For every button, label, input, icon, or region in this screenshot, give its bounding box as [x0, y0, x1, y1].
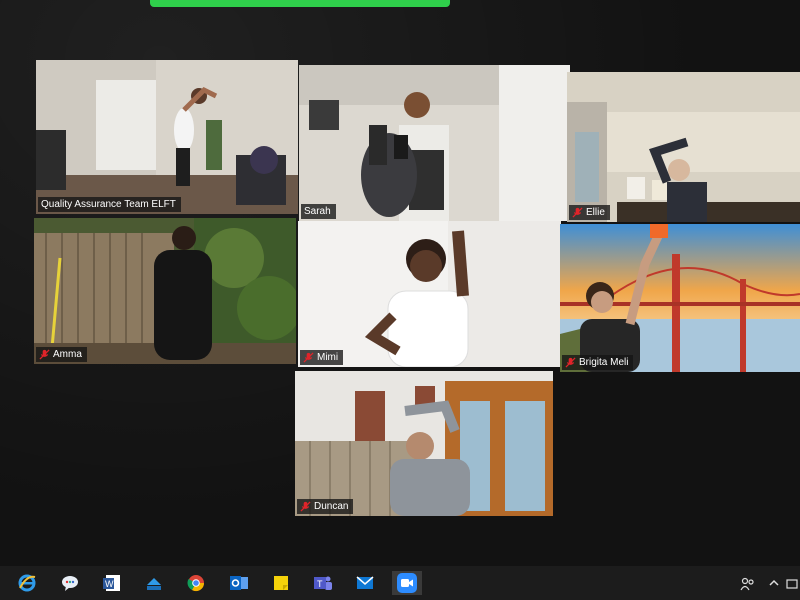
- mail-icon[interactable]: [352, 571, 378, 595]
- video-feed: [34, 218, 296, 364]
- zoom-icon[interactable]: [392, 571, 422, 595]
- muted-mic-icon: [565, 357, 576, 368]
- teams-icon[interactable]: T: [310, 571, 336, 595]
- participant-name: Quality Assurance Team ELFT: [41, 199, 176, 210]
- video-feed: [567, 72, 800, 222]
- file-transfer-icon[interactable]: [141, 571, 167, 595]
- svg-text:T: T: [317, 579, 323, 589]
- participant-name-tag: Duncan: [297, 499, 354, 514]
- internet-explorer-icon[interactable]: [14, 571, 40, 595]
- video-feed: [36, 60, 298, 214]
- sticky-notes-icon[interactable]: [268, 571, 294, 595]
- video-feed: [299, 65, 570, 221]
- video-tile-mimi[interactable]: Mimi: [298, 221, 561, 367]
- word-icon[interactable]: W: [99, 571, 125, 595]
- participant-name: Duncan: [314, 501, 349, 512]
- video-tile-sarah[interactable]: Sarah: [299, 65, 570, 221]
- chevron-up-icon[interactable]: [768, 577, 780, 592]
- participant-name-tag: Ellie: [569, 205, 610, 220]
- recording-banner: [150, 0, 450, 7]
- video-tile-quality-assurance[interactable]: Quality Assurance Team ELFT: [36, 60, 298, 214]
- video-tile-brigita-meli[interactable]: Brigita Meli: [560, 224, 800, 372]
- muted-mic-icon: [39, 349, 50, 360]
- svg-text:W: W: [105, 579, 114, 589]
- participant-name: Mimi: [317, 352, 339, 363]
- muted-mic-icon: [572, 207, 583, 218]
- muted-mic-icon: [300, 501, 311, 512]
- participant-name: Brigita Meli: [579, 357, 629, 368]
- participant-name-tag: Sarah: [301, 204, 336, 219]
- outlook-icon[interactable]: [226, 571, 252, 595]
- participant-name: Amma: [53, 349, 82, 360]
- participant-name: Sarah: [304, 206, 331, 217]
- clock-partial: [786, 577, 800, 591]
- participant-name-tag: Mimi: [300, 350, 344, 365]
- video-feed: [298, 221, 561, 367]
- chat-bubble-icon[interactable]: [57, 571, 83, 595]
- muted-mic-icon: [303, 352, 314, 363]
- video-feed: [560, 224, 800, 372]
- people-icon[interactable]: [740, 577, 756, 594]
- video-tile-duncan[interactable]: Duncan: [295, 371, 553, 516]
- video-tile-ellie[interactable]: Ellie: [567, 72, 800, 222]
- participant-name-tag: Amma: [36, 347, 87, 362]
- video-tile-amma[interactable]: Amma: [34, 218, 296, 364]
- participant-name: Ellie: [586, 207, 605, 218]
- participant-name-tag: Brigita Meli: [562, 355, 634, 370]
- video-feed: [295, 371, 553, 516]
- chrome-icon[interactable]: [183, 571, 209, 595]
- participant-name-tag: Quality Assurance Team ELFT: [38, 197, 181, 212]
